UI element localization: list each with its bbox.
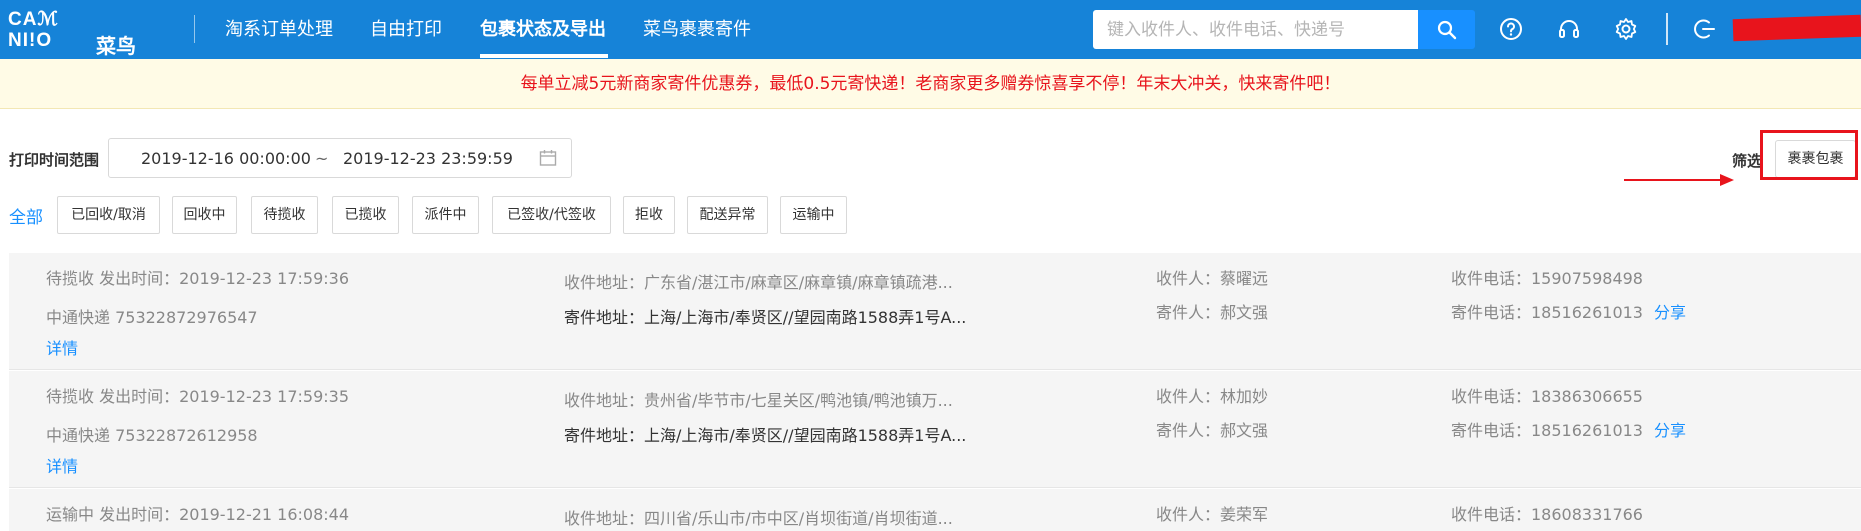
- recipient-phone: 收件电话：18386306655: [1451, 387, 1643, 406]
- status-time: 待揽收 发出时间：2019-12-23 17:59:36: [46, 269, 350, 288]
- range-separator: ~: [315, 149, 329, 168]
- search-button[interactable]: [1418, 10, 1475, 49]
- search-box: [1093, 10, 1418, 49]
- recipient-phone: 收件电话：18608331766: [1451, 505, 1643, 524]
- cainiao-logo[interactable]: CAℳ NI!O 菜鸟: [8, 8, 136, 58]
- recipient-name: 收件人：蔡曜远: [1156, 269, 1269, 288]
- nav-item-taobao-orders[interactable]: 淘系订单处理: [225, 0, 333, 59]
- share-link[interactable]: 分享: [1654, 417, 1686, 441]
- sender-name: 寄件人：郝文强: [1156, 421, 1269, 440]
- filter-label: 筛选: [1732, 152, 1763, 170]
- recipient-address: 收件地址：四川省/乐山市/市中区/肖坝街道/肖坝街道...: [564, 509, 953, 528]
- status-tag-in-transit[interactable]: 运输中: [780, 196, 847, 234]
- status-tag-picked-up[interactable]: 已揽收: [332, 196, 399, 234]
- status-tag-delivering[interactable]: 派件中: [412, 196, 479, 234]
- status-tag-rejected[interactable]: 拒收: [623, 196, 675, 234]
- search-input[interactable]: [1093, 10, 1418, 49]
- recipient-name: 收件人：林加妙: [1156, 387, 1269, 406]
- recipient-name: 收件人：姜荣军: [1156, 505, 1269, 524]
- nav-active-indicator: [480, 54, 608, 58]
- status-tag-signed[interactable]: 已签收/代签收: [492, 196, 611, 234]
- search-icon: [1437, 20, 1457, 40]
- sender-phone: 寄件电话：18516261013: [1451, 303, 1643, 322]
- headset-icon[interactable]: [1556, 16, 1582, 42]
- sender-address: 寄件地址：上海/上海市/奉贤区//望园南路1588弄1号A...: [564, 426, 967, 445]
- details-link[interactable]: 详情: [46, 335, 78, 359]
- recipient-address: 收件地址：广东省/湛江市/麻章区/麻章镇/麻章镇疏港...: [564, 273, 953, 292]
- recipient-phone: 收件电话：15907598498: [1451, 269, 1643, 288]
- nav-item-package-status[interactable]: 包裹状态及导出: [480, 0, 606, 59]
- status-tag-delivery-exception[interactable]: 配送异常: [687, 196, 768, 234]
- print-time-range-label: 打印时间范围: [9, 151, 100, 169]
- annotation-arrow: [1624, 174, 1734, 186]
- nav-divider: [194, 15, 195, 43]
- sender-name: 寄件人：郝文强: [1156, 303, 1269, 322]
- highlight-box: [1760, 130, 1858, 180]
- end-date[interactable]: 2019-12-23 23:59:59: [343, 149, 513, 168]
- status-time: 运输中 发出时间：2019-12-21 16:08:44: [46, 505, 350, 524]
- start-date[interactable]: 2019-12-16 00:00:00: [141, 149, 311, 168]
- carrier-tracking: 中通快递 75322872612958: [46, 426, 258, 445]
- date-range-picker[interactable]: 2019-12-16 00:00:00 ~ 2019-12-23 23:59:5…: [108, 138, 572, 178]
- package-row: 待揽收 发出时间：2019-12-23 17:59:36 中通快递 753228…: [9, 253, 1861, 370]
- nav-item-guoguo-send[interactable]: 菜鸟裹裹寄件: [643, 0, 751, 59]
- details-link[interactable]: 详情: [46, 453, 78, 477]
- package-row: 待揽收 发出时间：2019-12-23 17:59:35 中通快递 753228…: [9, 371, 1861, 488]
- promo-banner[interactable]: 每单立减5元新商家寄件优惠券，最低0.5元寄快递！老商家更多赠券惊喜享不停！年末…: [0, 59, 1861, 109]
- status-tag-pending-pickup[interactable]: 待揽收: [251, 196, 318, 234]
- top-nav-bar: CAℳ NI!O 菜鸟 淘系订单处理 自由打印 包裹状态及导出 菜鸟裹裹寄件: [0, 0, 1861, 59]
- carrier-tracking: 中通快递 75322872976547: [46, 308, 258, 327]
- sender-address: 寄件地址：上海/上海市/奉贤区//望园南路1588弄1号A...: [564, 308, 967, 327]
- status-time: 待揽收 发出时间：2019-12-23 17:59:35: [46, 387, 350, 406]
- status-tag-recycled-cancelled[interactable]: 已回收/取消: [57, 196, 160, 234]
- nav-item-free-print[interactable]: 自由打印: [370, 0, 442, 59]
- calendar-icon: [539, 150, 557, 166]
- sender-phone: 寄件电话：18516261013: [1451, 421, 1643, 440]
- top-divider: [1666, 13, 1668, 45]
- status-tab-all[interactable]: 全部: [9, 203, 43, 228]
- logo-cn: 菜鸟: [96, 34, 136, 58]
- logo-line-1: CAℳ: [8, 9, 59, 30]
- package-row: 运输中 发出时间：2019-12-21 16:08:44 收件地址：四川省/乐山…: [9, 489, 1861, 531]
- share-link[interactable]: 分享: [1654, 299, 1686, 323]
- status-tag-recycling[interactable]: 回收中: [172, 196, 237, 234]
- recipient-address: 收件地址：贵州省/毕节市/七星关区/鸭池镇/鸭池镇万...: [564, 391, 953, 410]
- redacted-username: [1732, 14, 1861, 42]
- logo-line-2: NI!O: [8, 30, 53, 51]
- help-icon[interactable]: [1498, 16, 1524, 42]
- logout-icon[interactable]: [1692, 16, 1718, 42]
- gear-icon[interactable]: [1613, 16, 1639, 42]
